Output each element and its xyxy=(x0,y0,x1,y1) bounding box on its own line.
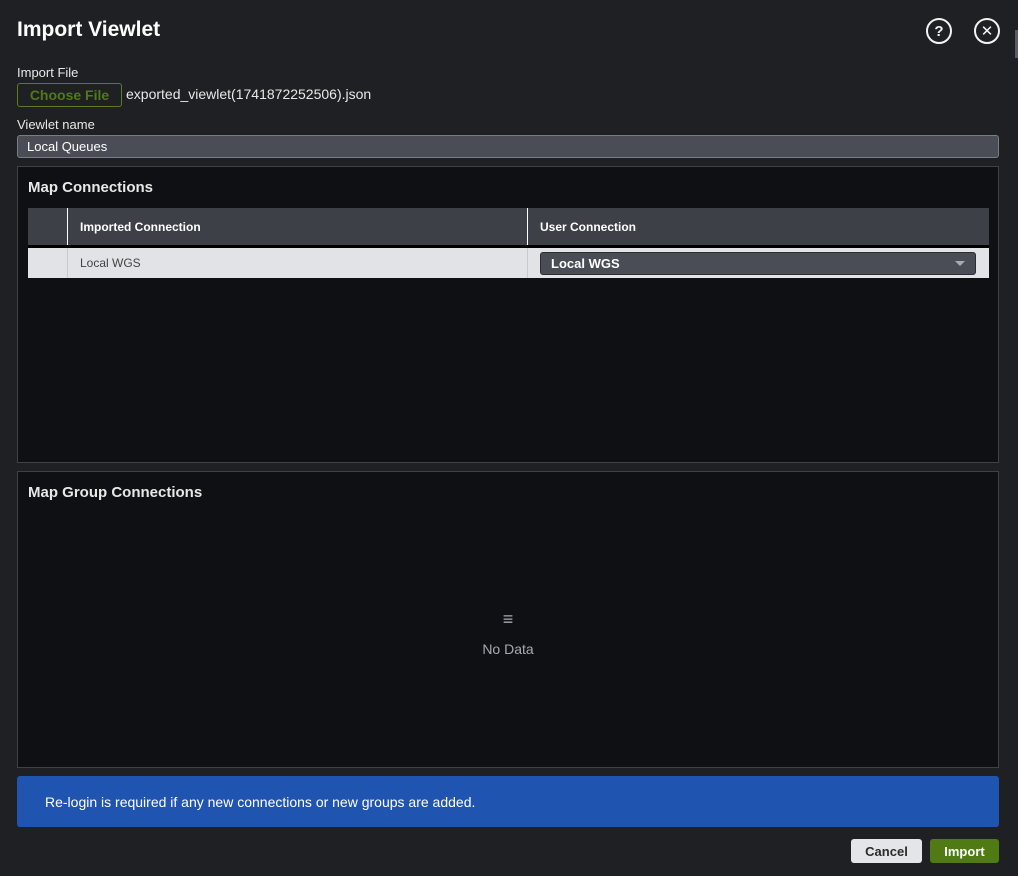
grid-header: Imported Connection User Connection xyxy=(28,208,989,248)
import-button[interactable]: Import xyxy=(930,839,999,863)
cancel-button[interactable]: Cancel xyxy=(851,839,922,863)
viewlet-name-label: Viewlet name xyxy=(17,117,95,132)
chevron-down-icon xyxy=(955,260,965,266)
question-circle-icon: ? xyxy=(934,22,944,40)
map-group-connections-title: Map Group Connections xyxy=(28,484,203,501)
map-connections-panel: Map Connections Imported Connection User… xyxy=(17,166,999,463)
imported-connection-cell: Local WGS xyxy=(68,248,528,278)
user-connection-select[interactable]: Local WGS xyxy=(540,251,976,275)
banner-text: Re-login is required if any new connecti… xyxy=(45,793,476,810)
import-viewlet-dialog: Import Viewlet ? ✕ Import File Choose Fi… xyxy=(0,0,1018,876)
close-button[interactable]: ✕ xyxy=(974,18,1000,44)
choose-file-button[interactable]: Choose File xyxy=(17,83,122,107)
map-group-connections-panel: Map Group Connections ≡ No Data xyxy=(17,471,999,768)
relogin-info-banner: Re-login is required if any new connecti… xyxy=(17,776,999,827)
grid-header-imported-connection[interactable]: Imported Connection xyxy=(68,208,528,245)
table-row[interactable]: Local WGS Local WGS xyxy=(28,248,989,278)
grid-header-select-column xyxy=(28,208,68,245)
grid-header-user-connection[interactable]: User Connection xyxy=(528,208,989,245)
connections-grid: Imported Connection User Connection Loca… xyxy=(28,208,989,278)
close-circle-icon: ✕ xyxy=(980,23,994,40)
selected-file-name: exported_viewlet(1741872252506).json xyxy=(126,86,372,102)
user-connection-value: Local WGS xyxy=(551,255,620,271)
map-connections-title: Map Connections xyxy=(28,179,154,196)
import-file-label: Import File xyxy=(17,65,79,80)
viewlet-name-input[interactable]: Local Queues xyxy=(17,135,999,158)
row-select-cell[interactable] xyxy=(28,248,68,278)
no-data-text: No Data xyxy=(482,641,534,657)
list-icon: ≡ xyxy=(502,609,514,629)
dialog-title: Import Viewlet xyxy=(17,18,161,41)
user-connection-cell: Local WGS xyxy=(528,248,989,278)
help-button[interactable]: ? xyxy=(926,18,952,44)
